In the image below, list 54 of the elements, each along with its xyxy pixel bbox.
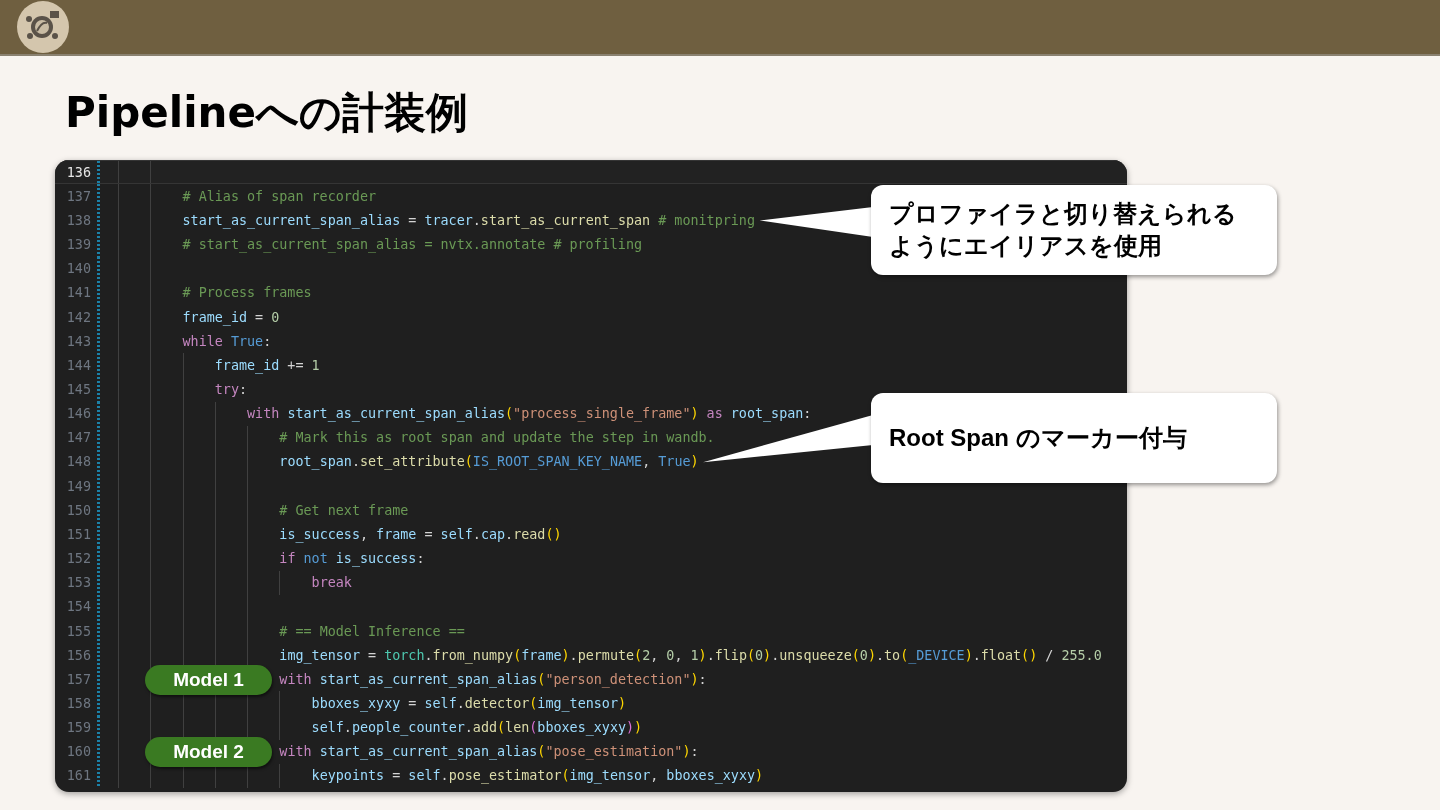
code-line: root_span.set_attribute(IS_ROOT_SPAN_KEY_NAME, True)	[279, 454, 699, 470]
line-number: 155	[65, 623, 92, 639]
code-line: try:	[214, 382, 248, 397]
logo-icon	[17, 1, 69, 53]
line-number: 147	[65, 430, 92, 446]
code-line: # Process frames	[182, 285, 312, 301]
line-number: 154	[65, 599, 92, 615]
line-number: 160	[65, 744, 92, 760]
code-line: # == Model Inference ==	[279, 623, 465, 639]
code-line: keypoints = self.pose_estimator(img_tensor, bboxes_xyxy)	[311, 768, 764, 784]
code-line: start_as_current_span_alias = tracer.start_as_current_span # monitpring	[182, 212, 755, 228]
code-line: with start_as_current_span_alias("pose_estimation"):	[279, 744, 699, 760]
code-line: img_tensor = torch.from_numpy(frame).permute(2, 0, 1).flip(0).unsqueeze(0).to(_DEVICE).float() / 255.0	[279, 647, 1102, 663]
line-number: 148	[65, 454, 92, 470]
line-number: 156	[65, 647, 92, 663]
line-number: 161	[65, 768, 92, 784]
code-line: break	[311, 575, 352, 591]
line-number: 136	[65, 164, 92, 180]
line-number: 137	[65, 188, 92, 204]
line-number: 157	[65, 671, 92, 687]
model-label: Model 1	[145, 664, 272, 695]
code-line: if not is_success:	[279, 551, 425, 567]
code-line: self.people_counter.add(len(bboxes_xyxy))	[311, 720, 643, 736]
line-number: 151	[65, 526, 92, 542]
callout-text: プロファイラと切り替えられるようにエイリアスを使用	[889, 199, 1238, 261]
line-number: 142	[65, 309, 92, 325]
slide-title: Pipelineへの計装例	[65, 88, 469, 138]
line-number: 150	[65, 502, 92, 518]
line-number: 152	[65, 551, 92, 567]
callout-text: Root Span のマーカー付与	[889, 423, 1188, 453]
line-number: 138	[65, 212, 92, 228]
code-line: bboxes_xyxy = self.detector(img_tensor)	[311, 696, 627, 711]
line-number: 144	[65, 357, 92, 373]
line-number: 158	[65, 696, 92, 711]
line-number: 140	[65, 261, 92, 277]
code-line: # start_as_current_span_alias = nvtx.annotate # profiling	[182, 237, 643, 253]
line-number: 149	[65, 478, 92, 494]
line-number: 143	[65, 333, 92, 349]
model-label: Model 2	[145, 737, 272, 768]
line-number: 159	[65, 720, 92, 736]
code-line: frame_id = 0	[182, 309, 280, 325]
line-number: 145	[65, 382, 92, 397]
code-line: # Mark this as root span and update the step in wandb.	[279, 430, 715, 446]
code-line: frame_id += 1	[214, 357, 320, 373]
code-line: with start_as_current_span_alias("process_single_frame") as root_span:	[247, 406, 812, 422]
line-number: 139	[65, 237, 92, 253]
line-number: 146	[65, 406, 92, 422]
line-number: 141	[65, 285, 92, 301]
code-line: # Alias of span recorder	[182, 188, 376, 204]
code-line: # Get next frame	[279, 502, 409, 518]
code-line: is_success, frame = self.cap.read()	[279, 526, 562, 542]
code-line: while True:	[182, 333, 272, 349]
line-number: 153	[65, 575, 92, 591]
code-line: with start_as_current_span_alias("person_detection"):	[279, 671, 707, 687]
